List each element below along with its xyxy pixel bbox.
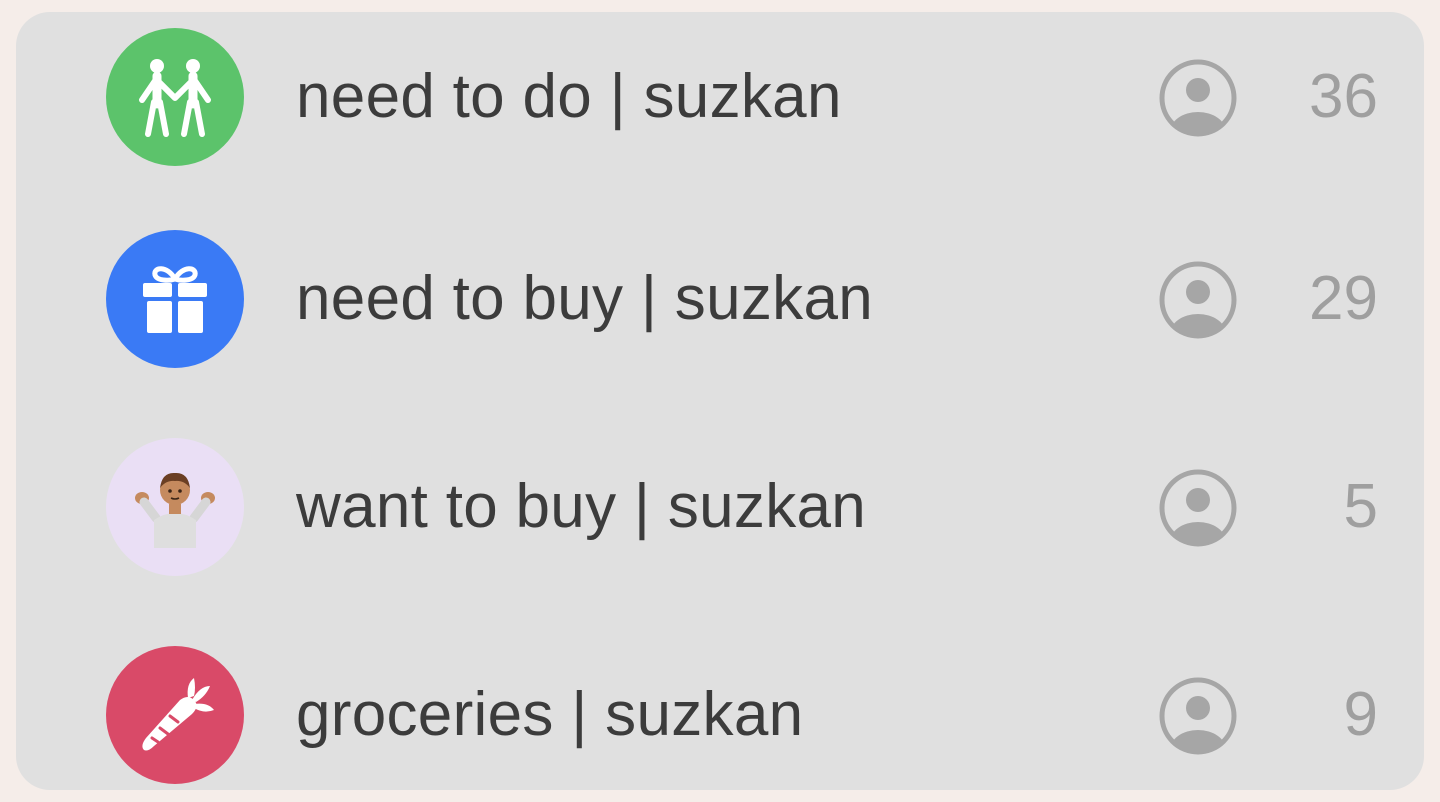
list-icon-circle (106, 646, 244, 784)
carrot-icon (130, 670, 220, 760)
shared-person-icon (1158, 676, 1238, 756)
list-label: need to do | suzkan (296, 62, 842, 131)
list-icon-circle (106, 28, 244, 166)
person-shrugging-emoji (130, 462, 220, 552)
list-label: want to buy | suzkan (296, 472, 867, 541)
list-row-want-to-buy[interactable]: want to buy | suzkan 5 (16, 438, 1424, 576)
list-row-need-to-buy[interactable]: need to buy | suzkan 29 (16, 230, 1424, 368)
list-row-need-to-do[interactable]: need to do | suzkan 36 (16, 28, 1424, 166)
list-icon-circle (106, 230, 244, 368)
list-icon-circle (106, 438, 244, 576)
shared-person-icon (1158, 58, 1238, 138)
list-count: 29 (1309, 264, 1378, 333)
list-row-groceries[interactable]: groceries | suzkan 9 (16, 646, 1424, 784)
people-holding-hands-icon (130, 52, 220, 142)
shared-person-icon (1158, 468, 1238, 548)
gift-icon (135, 259, 215, 339)
lists-panel: need to do | suzkan 36 need to buy | suz… (16, 12, 1424, 790)
list-label: need to buy | suzkan (296, 264, 874, 333)
shared-person-icon (1158, 260, 1238, 340)
list-count: 36 (1309, 62, 1378, 131)
list-count: 5 (1343, 472, 1378, 541)
list-label: groceries | suzkan (296, 680, 804, 749)
list-count: 9 (1343, 680, 1378, 749)
